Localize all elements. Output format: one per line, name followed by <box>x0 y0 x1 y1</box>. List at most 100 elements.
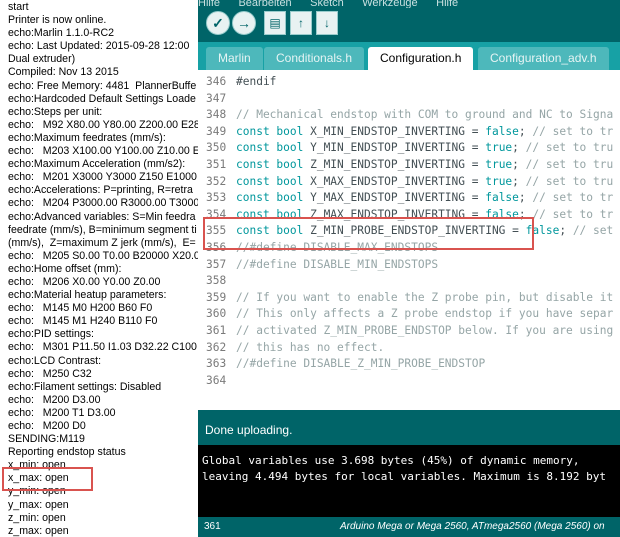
new-file-icon[interactable]: ▤ <box>264 11 286 35</box>
code-line: 360 // This only affects a Z probe endsto… <box>198 305 620 322</box>
line-number: 349 <box>206 124 227 138</box>
serial-line: echo: M205 S0.00 T0.00 B20000 X20.0 <box>8 249 198 262</box>
serial-line: echo: Last Updated: 2015-09-28 12:00 <box>8 40 190 53</box>
code-token: const bool <box>236 174 304 188</box>
serial-line: Compiled: Nov 13 2015 <box>8 66 119 79</box>
code-text: // activated Z_MIN_PROBE_ENDSTOP below. … <box>236 322 613 339</box>
code-token: // this has no effect. <box>236 340 385 354</box>
arrow-right-icon[interactable]: → <box>232 11 256 35</box>
code-token: // set to tru <box>525 174 614 188</box>
line-number: 362 <box>206 340 227 354</box>
z-min-highlight-box <box>203 217 534 250</box>
serial-line: echo:PID settings: <box>8 328 94 341</box>
tab-conditionals[interactable]: Conditionals.h <box>264 47 365 70</box>
code-token: false <box>485 191 519 205</box>
code-token: X_MIN_ENDSTOP_INVERTING = <box>303 124 486 138</box>
serial-line: z_max: open <box>8 524 69 537</box>
serial-line: echo: M200 D3.00 <box>8 393 101 406</box>
serial-line: echo:Filament settings: Disabled <box>8 380 162 393</box>
serial-line: echo: M204 P3000.00 R3000.00 T3000 <box>8 197 198 210</box>
code-text: const bool Y_MAX_ENDSTOP_INVERTING = fal… <box>236 189 613 206</box>
menu-item-3[interactable]: Sketch <box>310 0 344 8</box>
code-line: 361 // activated Z_MIN_PROBE_ENDSTOP belo… <box>198 322 620 339</box>
line-number: 353 <box>206 191 227 205</box>
code-token: //#define DISABLE_MIN_ENDSTOPS <box>236 257 439 271</box>
tab-marlin[interactable]: Marlin <box>206 47 263 70</box>
status-bar: Done uploading. <box>198 410 620 445</box>
code-token: // set to tr <box>532 124 614 138</box>
serial-line: z_min: open <box>8 511 66 524</box>
status-text: Done uploading. <box>205 423 293 437</box>
serial-line: echo: M301 P11.50 I1.03 D32.22 C100 <box>8 341 197 354</box>
code-text: #endif <box>236 73 276 90</box>
serial-line: Dual extruder) <box>8 53 76 66</box>
cursor-line-number: 361 <box>204 521 221 532</box>
code-line: 357 //#define DISABLE_MIN_ENDSTOPS <box>198 256 620 273</box>
code-token: true <box>485 174 513 188</box>
menu-item-1[interactable]: Hilfe <box>198 0 220 8</box>
code-token: // Mechanical endstop with COM to ground… <box>236 108 614 122</box>
code-line: 347 <box>198 90 620 107</box>
checkmark-icon[interactable]: ✓ <box>206 11 230 35</box>
menu-item-4[interactable]: Werkzeuge <box>362 0 417 8</box>
code-line: 363 //#define DISABLE_Z_MIN_PROBE_ENDSTOP <box>198 355 620 372</box>
console-output: Global variables use 3.698 bytes (45%) o… <box>198 445 620 517</box>
code-token: const bool <box>236 141 304 155</box>
code-token: ; <box>518 124 533 138</box>
code-line: 352 const bool X_MAX_ENDSTOP_INVERTING = … <box>198 173 620 190</box>
serial-monitor: start Printer is now online. echo:Marlin 1… <box>0 0 198 537</box>
code-text: const bool Y_MIN_ENDSTOP_INVERTING = tru… <box>236 139 613 156</box>
toolbar: ✓ → ▤ ↑ ↓ <box>198 8 620 42</box>
code-token: // If you want to enable the Z probe pin… <box>236 290 614 304</box>
code-token: Y_MIN_ENDSTOP_INVERTING = <box>303 141 486 155</box>
code-token: ; <box>559 224 573 238</box>
code-token: const bool <box>236 158 304 171</box>
serial-line: (mm/s), Z=maximum Z jerk (mm/s), E= <box>8 236 196 249</box>
code-token: true <box>485 158 513 171</box>
serial-line: SENDING:M119 <box>8 433 85 446</box>
serial-line: echo: M145 M1 H240 B110 F0 <box>8 315 158 328</box>
serial-line: echo: Free Memory: 4481 PlannerBuffe <box>8 79 197 92</box>
footer-bar: 361 Arduino Mega or Mega 2560, ATmega256… <box>198 517 620 537</box>
code-line: 358 <box>198 272 620 289</box>
code-token: ; <box>512 158 526 171</box>
code-line: 359 // If you want to enable the Z probe … <box>198 289 620 306</box>
open-up-icon[interactable]: ↑ <box>290 11 312 35</box>
code-token: // set to tr <box>532 191 614 205</box>
line-number: 346 <box>206 75 227 88</box>
code-text: //#define DISABLE_Z_MIN_PROBE_ENDSTOP <box>236 355 485 372</box>
code-text: const bool X_MIN_ENDSTOP_INVERTING = fal… <box>236 123 613 140</box>
code-text: // This only affects a Z probe endstop i… <box>236 305 613 322</box>
serial-line: echo: M92 X80.00 Y80.00 Z200.00 E28 <box>8 118 198 131</box>
y-min-highlight-box <box>2 467 93 491</box>
line-number: 358 <box>206 274 227 288</box>
code-token: const bool <box>236 191 304 205</box>
code-token: Y_MAX_ENDSTOP_INVERTING = <box>303 191 486 205</box>
code-token: //#define DISABLE_Z_MIN_PROBE_ENDSTOP <box>236 357 486 371</box>
code-token: // set to tr <box>532 207 614 221</box>
menu-item-2[interactable]: Bearbeiten <box>238 0 291 8</box>
menu-item-5[interactable]: Hilfe <box>436 0 458 8</box>
code-line: 349 const bool X_MIN_ENDSTOP_INVERTING = … <box>198 123 620 140</box>
line-number: 364 <box>206 373 227 387</box>
save-down-icon[interactable]: ↓ <box>316 11 338 35</box>
serial-line: echo: M203 X100.00 Y100.00 Z10.00 E <box>8 145 198 158</box>
tab-configuration-adv[interactable]: Configuration_adv.h <box>478 47 609 70</box>
code-line: 362 // this has no effect. <box>198 339 620 356</box>
code-text: //#define DISABLE_MIN_ENDSTOPS <box>236 256 438 273</box>
line-number: 350 <box>206 141 227 155</box>
serial-line: echo:Accelerations: P=printing, R=retra <box>8 184 193 197</box>
tab-configuration[interactable]: Configuration.h <box>368 47 474 70</box>
code-token: // set to tru <box>525 141 614 155</box>
line-number: 360 <box>206 307 227 321</box>
serial-line: echo:LCD Contrast: <box>8 354 102 367</box>
code-text: // this has no effect. <box>236 339 384 356</box>
arduino-ide-window: Hilfe Bearbeiten Sketch Werkzeuge Hilfe … <box>198 0 620 537</box>
serial-line: echo:Home offset (mm): <box>8 262 122 275</box>
tab-bar: Marlin Conditionals.h Configuration.h Co… <box>198 42 620 70</box>
line-number: 357 <box>206 257 227 271</box>
console-line: Global variables use 3.698 bytes (45%) o… <box>202 454 580 467</box>
serial-line: echo: M201 X3000 Y3000 Z150 E1000 <box>8 171 197 184</box>
code-editor[interactable]: 346 #endif 347 348 // Mechanical endstop wit… <box>198 70 620 410</box>
serial-line: echo:Maximum feedrates (mm/s): <box>8 131 166 144</box>
